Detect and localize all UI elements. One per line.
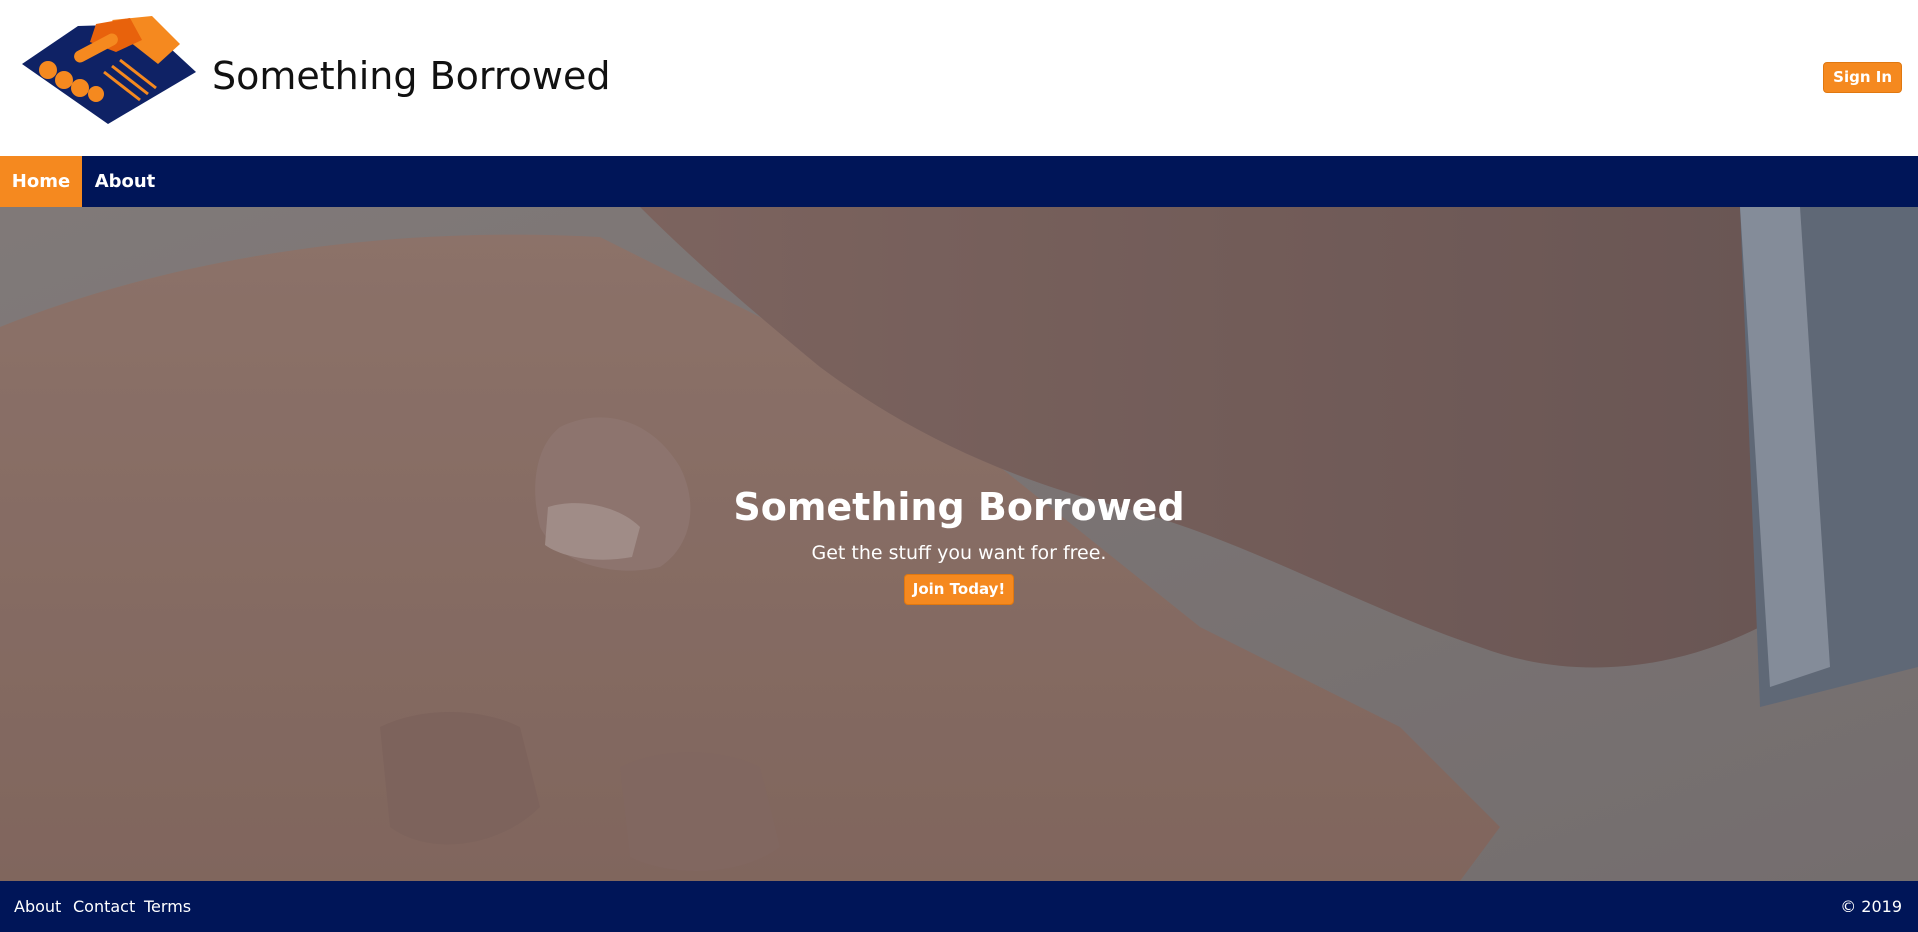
nav-item-about[interactable]: About bbox=[82, 156, 168, 207]
hero-subtitle: Get the stuff you want for free. bbox=[811, 542, 1107, 564]
nav-item-home[interactable]: Home bbox=[0, 156, 82, 207]
site-footer: About Contact Terms © 2019 bbox=[0, 881, 1918, 932]
brand-title: Something Borrowed bbox=[212, 54, 611, 98]
sign-in-button[interactable]: Sign In bbox=[1823, 62, 1902, 93]
hero-section: Something Borrowed Get the stuff you wan… bbox=[0, 207, 1918, 881]
footer-link-contact[interactable]: Contact bbox=[73, 881, 135, 932]
hero-title: Something Borrowed bbox=[733, 485, 1185, 529]
join-today-button[interactable]: Join Today! bbox=[903, 574, 1015, 605]
copyright-text: © 2019 bbox=[1840, 897, 1902, 916]
hero-content: Something Borrowed Get the stuff you wan… bbox=[0, 482, 1918, 605]
footer-link-about[interactable]: About bbox=[14, 881, 61, 932]
main-nav: Home About bbox=[0, 156, 1918, 207]
footer-link-terms[interactable]: Terms bbox=[144, 881, 191, 932]
handshake-logo-icon[interactable] bbox=[20, 14, 198, 126]
site-header: Something Borrowed Sign In bbox=[0, 0, 1918, 156]
